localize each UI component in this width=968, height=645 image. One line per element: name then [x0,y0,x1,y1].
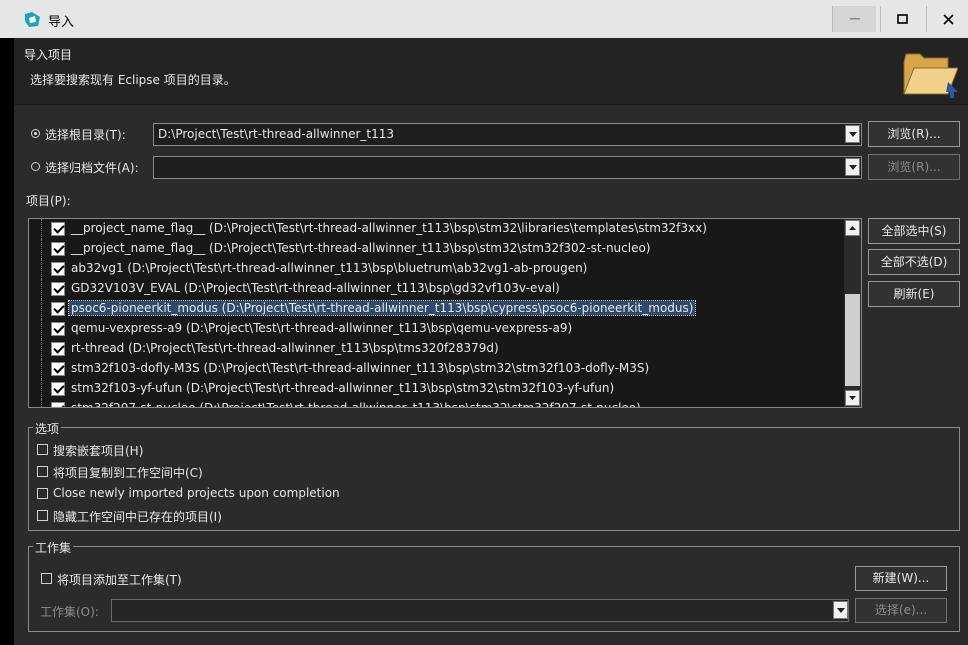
project-row[interactable]: stm32f103-dofly-M3S (D:\Project\Test\rt-… [29,359,847,379]
tree-line [41,239,42,259]
project-label: __project_name_flag__ (D:\Project\Test\r… [71,241,651,255]
tree-line [41,319,42,339]
refresh-button[interactable]: 刷新(E) [868,281,960,307]
project-row[interactable]: __project_name_flag__ (D:\Project\Test\r… [29,239,847,259]
deselect-all-button[interactable]: 全部不选(D) [868,249,960,275]
search-nested-checkbox[interactable] [37,444,48,455]
projects-label: 项目(P): [26,194,71,208]
project-checkbox[interactable] [51,262,65,276]
close-new-checkbox[interactable] [37,488,48,499]
project-label: rt-thread (D:\Project\Test\rt-thread-all… [71,341,499,355]
hide-existing-checkbox[interactable] [37,510,48,521]
search-nested-label: 搜索嵌套项目(H) [53,444,144,458]
project-checkbox[interactable] [51,402,65,407]
project-checkbox[interactable] [51,242,65,256]
project-label: __project_name_flag__ (D:\Project\Test\r… [71,221,707,235]
tree-line [41,299,42,319]
project-row[interactable]: stm32f207-st-nucleo (D:\Project\Test\rt-… [29,399,847,408]
tree-line [41,259,42,279]
project-label: ab32vg1 (D:\Project\Test\rt-thread-allwi… [71,261,588,275]
project-row[interactable]: psoc6-pioneerkit_modus (D:\Project\Test\… [29,299,847,319]
project-row[interactable]: ab32vg1 (D:\Project\Test\rt-thread-allwi… [29,259,847,279]
window-title: 导入 [48,15,75,30]
close-icon [943,14,954,25]
project-checkbox[interactable] [51,322,65,336]
tree-line [41,359,42,379]
add-to-working-set-label: 将项目添加至工作集(T) [57,573,182,587]
close-new-label: Close newly imported projects upon compl… [53,486,340,500]
tree-line [41,219,42,239]
project-label: psoc6-pioneerkit_modus (D:\Project\Test\… [67,300,697,316]
chevron-up-icon [849,226,856,230]
project-label: stm32f207-st-nucleo (D:\Project\Test\rt-… [71,401,641,408]
scroll-thumb[interactable] [845,294,860,386]
maximize-icon [897,14,908,24]
header-message: 选择要搜索现有 Eclipse 项目的目录。 [30,73,236,87]
project-label: stm32f103-yf-ufun (D:\Project\Test\rt-th… [71,381,615,395]
project-checkbox[interactable] [51,222,65,236]
select-all-button[interactable]: 全部选中(S) [868,218,960,244]
project-checkbox[interactable] [51,282,65,296]
archive-label: 选择归档文件(A): [45,161,139,175]
project-checkbox[interactable] [51,362,65,376]
options-group-title: 选项 [33,420,62,437]
working-sets-label: 工作集(O): [40,605,99,619]
add-to-working-set-checkbox[interactable] [41,573,52,584]
project-checkbox[interactable] [51,382,65,396]
project-checkbox[interactable] [51,342,65,356]
scroll-up-button[interactable] [845,220,860,236]
root-dir-radio[interactable] [31,129,40,138]
project-label: stm32f103-dofly-M3S (D:\Project\Test\rt-… [71,361,650,375]
working-sets-dropdown-button[interactable] [833,601,848,619]
working-sets-group-title: 工作集 [33,539,74,556]
app-logo-icon [25,12,40,27]
archive-dropdown-button[interactable] [845,158,860,176]
maximize-button[interactable] [880,6,924,32]
tree-line [41,399,42,407]
root-dir-value: D:\Project\Test\rt-thread-allwinner_t113 [158,127,395,141]
project-row[interactable]: __project_name_flag__ (D:\Project\Test\r… [29,219,847,239]
project-label: GD32V103V_EVAL (D:\Project\Test\rt-threa… [71,281,560,295]
title-bar: 导入 [0,0,968,38]
tree-line [41,279,42,299]
select-working-set-button[interactable]: 选择(e)... [855,598,947,623]
working-sets-combo[interactable] [111,599,849,622]
scroll-down-button[interactable] [845,390,860,406]
root-dir-dropdown-button[interactable] [845,125,860,143]
copy-into-workspace-label: 将项目复制到工作空间中(C) [53,466,203,480]
archive-radio[interactable] [31,162,40,171]
tree-line [41,339,42,359]
minimize-icon [850,18,860,20]
project-row[interactable]: rt-thread (D:\Project\Test\rt-thread-all… [29,339,847,359]
tree-line [41,379,42,399]
browse-archive-button[interactable]: 浏览(R)... [868,154,960,180]
header-title: 导入项目 [24,48,73,62]
minimize-button[interactable] [832,6,876,32]
project-label: qemu-vexpress-a9 (D:\Project\Test\rt-thr… [71,321,573,335]
project-row[interactable]: qemu-vexpress-a9 (D:\Project\Test\rt-thr… [29,319,847,339]
hide-existing-label: 隐藏工作空间中已存在的项目(I) [53,510,222,524]
close-button[interactable] [926,6,968,32]
root-dir-label: 选择根目录(T): [45,128,126,142]
browse-root-button[interactable]: 浏览(R)... [868,121,960,147]
project-checkbox[interactable] [51,302,65,316]
archive-combo[interactable] [153,156,862,179]
new-working-set-button[interactable]: 新建(W)... [855,566,947,591]
copy-into-workspace-checkbox[interactable] [37,466,48,477]
root-dir-combo[interactable]: D:\Project\Test\rt-thread-allwinner_t113 [153,123,862,146]
project-row[interactable]: stm32f103-yf-ufun (D:\Project\Test\rt-th… [29,379,847,399]
folder-banner-icon [903,53,958,98]
project-row[interactable]: GD32V103V_EVAL (D:\Project\Test\rt-threa… [29,279,847,299]
projects-list[interactable]: __project_name_flag__ (D:\Project\Test\r… [28,218,862,408]
chevron-down-icon [849,396,856,400]
